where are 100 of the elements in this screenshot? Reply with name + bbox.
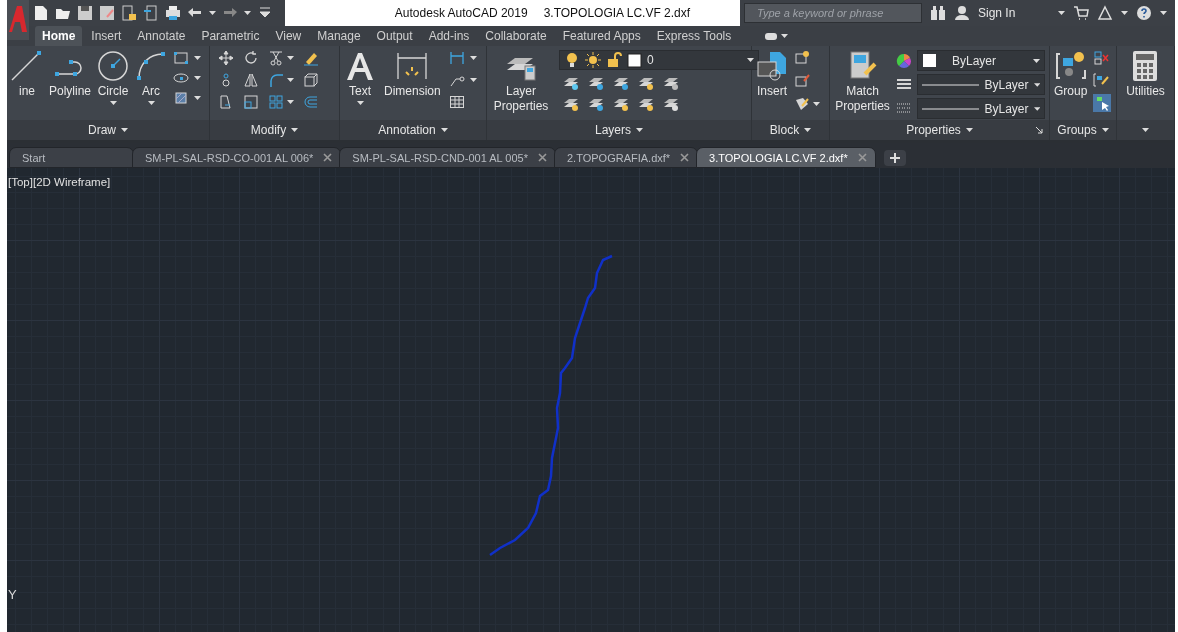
ribbon-tab[interactable]: Add-ins: [421, 26, 477, 46]
offset-icon[interactable]: [303, 94, 319, 110]
caret-icon[interactable]: [781, 34, 789, 38]
caret-icon[interactable]: [287, 78, 294, 82]
caret-icon[interactable]: [244, 11, 251, 15]
file-tab[interactable]: Start: [9, 147, 134, 168]
search-field[interactable]: Type a keyword or phrase: [744, 3, 922, 23]
panel-title[interactable]: Properties: [906, 123, 961, 137]
help-icon[interactable]: [1136, 5, 1152, 21]
mirror-icon[interactable]: [243, 72, 259, 88]
save-as-icon[interactable]: [99, 5, 115, 21]
panel-title[interactable]: Draw: [88, 123, 116, 137]
cube-icon[interactable]: [303, 72, 319, 88]
caret-icon[interactable]: [469, 78, 477, 82]
ungroup-icon[interactable]: [1093, 50, 1110, 66]
file-tab[interactable]: SM-PL-SAL-RSD-CO-001 AL 006*: [132, 147, 342, 168]
file-tab[interactable]: SM-PL-SAL-RSD-CND-001 AL 005*: [339, 147, 556, 168]
color-wheel-icon: [896, 52, 912, 69]
sign-in-link[interactable]: Sign In: [978, 6, 1016, 20]
caret-icon[interactable]: [1160, 11, 1167, 15]
save-icon[interactable]: [77, 5, 93, 21]
scale-icon[interactable]: [243, 94, 259, 110]
text-icon[interactable]: [344, 50, 376, 82]
caret-icon[interactable]: [747, 58, 754, 62]
ribbon-tab[interactable]: View: [268, 26, 309, 46]
ribbon-tab[interactable]: Collaborate: [478, 26, 554, 46]
ribbon-tab[interactable]: Insert: [84, 26, 129, 46]
color-dropdown[interactable]: ByLayer: [917, 50, 1045, 71]
stretch-icon[interactable]: [218, 94, 234, 110]
ribbon-tab[interactable]: Output: [369, 26, 420, 46]
fillet-icon[interactable]: [268, 72, 284, 88]
rectangle-icon[interactable]: [173, 50, 190, 66]
close-icon[interactable]: [680, 153, 690, 162]
arc-icon[interactable]: [135, 50, 168, 82]
dimension-icon[interactable]: [396, 50, 429, 82]
caret-icon[interactable]: [804, 128, 812, 132]
viewport-label[interactable]: [Top][2D Wireframe]: [8, 176, 111, 188]
file-tab[interactable]: 2.TOPOGRAFIA.dxf*: [554, 147, 699, 168]
caret-icon[interactable]: [440, 128, 448, 132]
cart-icon[interactable]: [1073, 5, 1089, 21]
caret-icon[interactable]: [636, 128, 643, 132]
caret-icon[interactable]: [1033, 106, 1040, 111]
caret-icon[interactable]: [109, 101, 117, 105]
caret-icon[interactable]: [965, 128, 973, 132]
caret-icon[interactable]: [121, 128, 128, 132]
insert-block-icon[interactable]: [756, 50, 788, 82]
line-icon[interactable]: [11, 50, 43, 82]
move-icon[interactable]: [218, 50, 234, 66]
panel-title[interactable]: Layers: [595, 123, 631, 137]
caret-icon[interactable]: [287, 100, 294, 104]
caret-icon[interactable]: [194, 96, 202, 100]
caret-icon[interactable]: [287, 56, 294, 60]
new-tab-icon[interactable]: [883, 150, 906, 166]
caret-icon[interactable]: [1101, 128, 1109, 132]
caret-icon[interactable]: [1033, 82, 1040, 87]
group-edit-icon[interactable]: [1093, 72, 1110, 88]
ribbon-tab[interactable]: Express Tools: [649, 26, 739, 46]
caret-icon[interactable]: [147, 101, 155, 105]
caret-icon[interactable]: [194, 56, 202, 60]
tool-label: ine: [19, 84, 35, 99]
binoculars-icon[interactable]: [930, 5, 946, 21]
ribbon-tab[interactable]: Home: [35, 26, 83, 46]
table-icon[interactable]: [448, 94, 465, 110]
eraser-icon[interactable]: [303, 50, 319, 66]
caret-icon[interactable]: [1058, 11, 1065, 15]
minimize-ribbon-icon[interactable]: [764, 30, 779, 42]
print-icon[interactable]: [165, 5, 181, 21]
ribbon-tab[interactable]: Parametric: [194, 26, 267, 46]
caret-icon[interactable]: [1142, 128, 1149, 132]
new-file-icon[interactable]: [33, 5, 49, 21]
tool-label: Polyline: [49, 84, 92, 99]
group-icon[interactable]: [1054, 50, 1087, 82]
layer-dropdown[interactable]: 0: [559, 50, 759, 70]
scissors-icon[interactable]: [268, 50, 284, 66]
linetype-dropdown[interactable]: ByLayer: [917, 98, 1045, 119]
caret-icon[interactable]: [813, 102, 820, 106]
file-tab[interactable]: 3.TOPOLOGIA LC.VF 2.dxf*: [696, 147, 876, 168]
close-icon[interactable]: [323, 153, 333, 162]
color-value: ByLayer: [951, 53, 998, 68]
caret-icon[interactable]: [1121, 11, 1128, 15]
create-block-icon[interactable]: [794, 50, 810, 66]
ribbon-tab[interactable]: Featured Apps: [555, 26, 648, 46]
close-icon[interactable]: [538, 153, 547, 162]
ellipse-icon[interactable]: [173, 70, 190, 86]
ribbon-tab[interactable]: Annotate: [130, 26, 193, 46]
caret-icon[interactable]: [356, 101, 364, 105]
caret-icon[interactable]: [1033, 58, 1040, 63]
lineweight-dropdown[interactable]: ByLayer: [917, 74, 1045, 95]
caret-icon[interactable]: [469, 56, 477, 60]
group-select-icon[interactable]: [1093, 94, 1112, 112]
tool-label: Dimension: [384, 84, 441, 99]
user-icon[interactable]: [954, 5, 970, 21]
circle-icon[interactable]: [97, 50, 130, 82]
hatch-icon[interactable]: [173, 90, 190, 106]
rotate-icon[interactable]: [243, 50, 259, 66]
ribbon-tab[interactable]: Manage: [310, 26, 368, 46]
caret-icon[interactable]: [209, 11, 216, 15]
edit-block-icon[interactable]: [794, 73, 810, 89]
caret-icon[interactable]: [194, 76, 202, 80]
caret-icon[interactable]: [291, 128, 299, 132]
